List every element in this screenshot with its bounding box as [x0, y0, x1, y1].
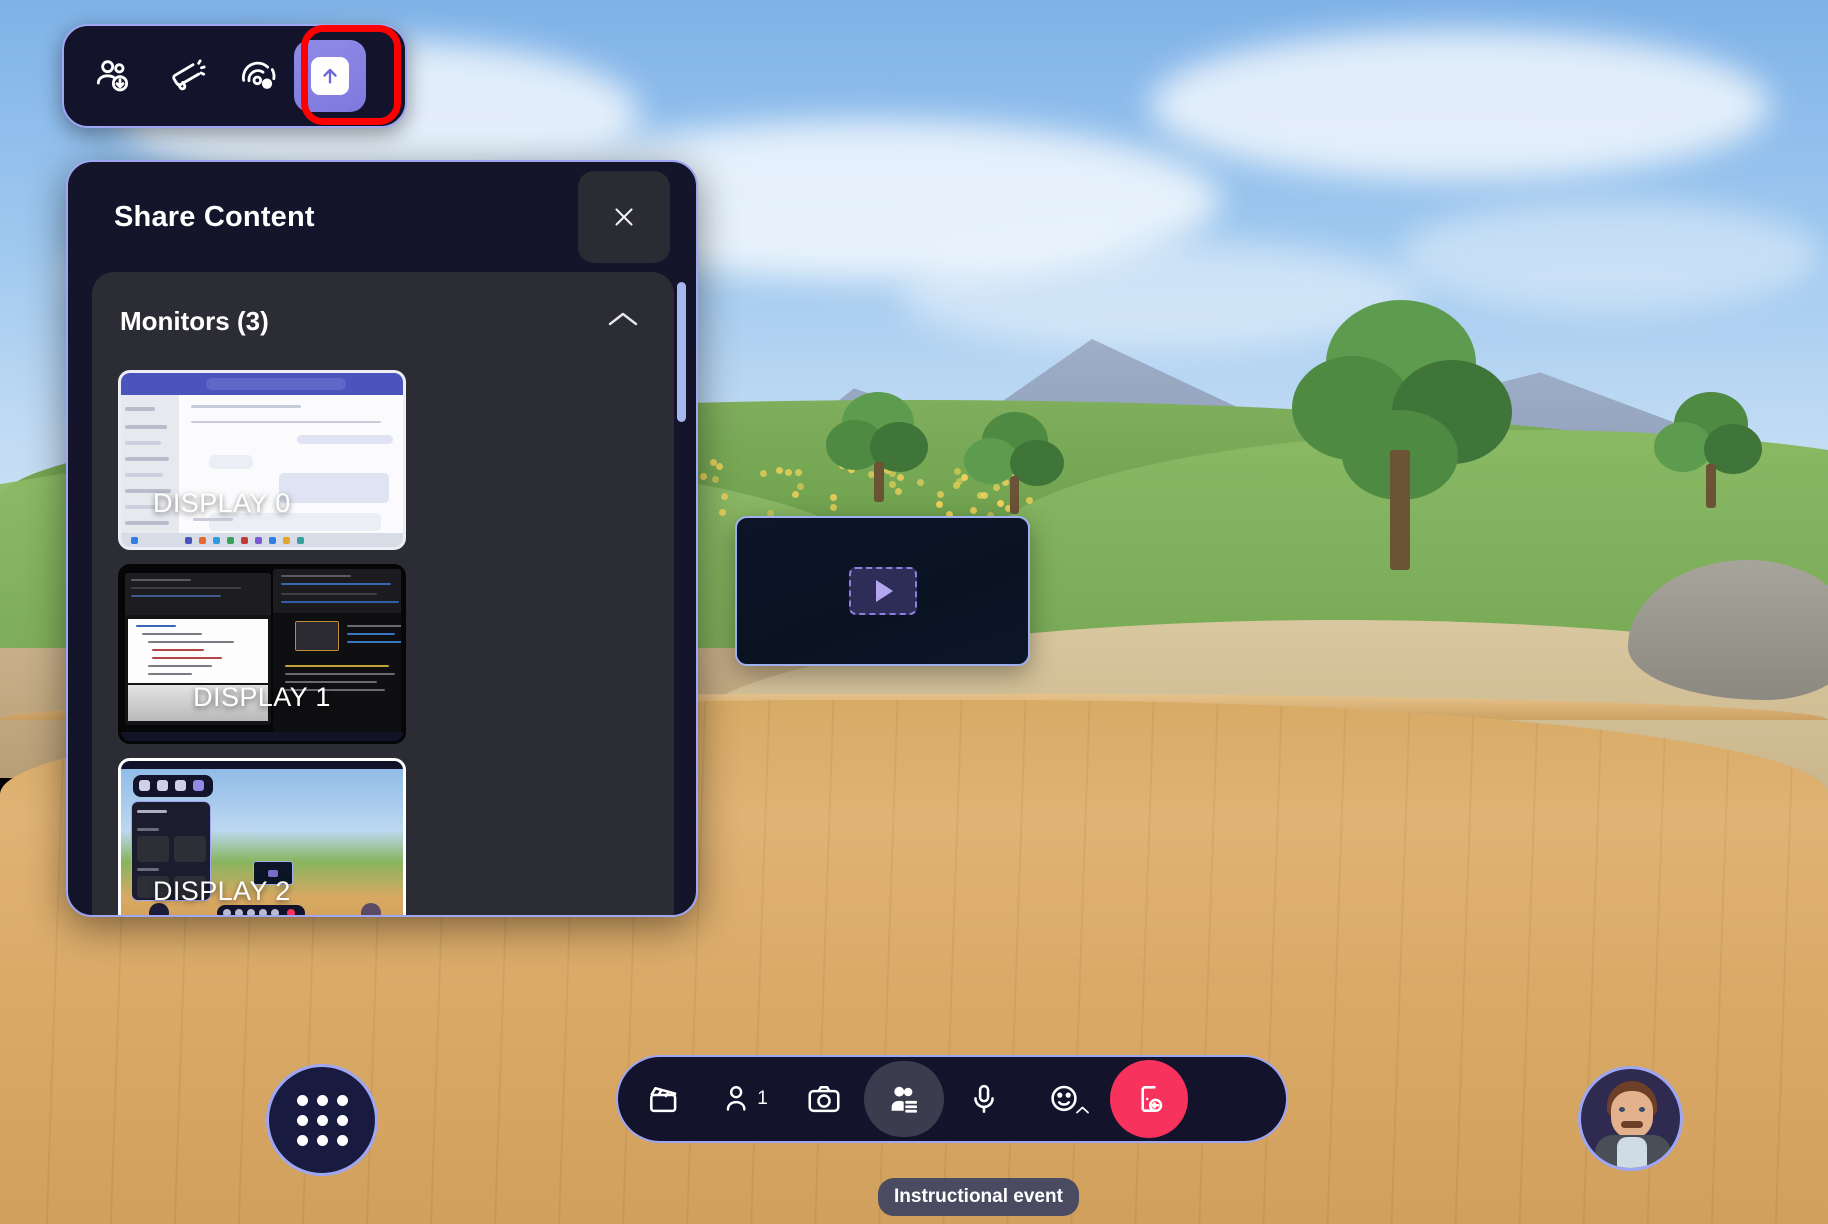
close-icon[interactable] [578, 171, 670, 263]
emoji-icon[interactable] [1024, 1061, 1104, 1137]
scrollbar-thumb[interactable] [677, 282, 686, 422]
flower [954, 467, 962, 475]
section-monitors: Monitors (3) DISPLAY 0 DISPLAY 1 DISPLAY… [92, 272, 674, 915]
tree [820, 392, 940, 512]
monitor-label: DISPLAY 2 [153, 876, 291, 906]
monitor-thumbnails: DISPLAY 0 DISPLAY 1 DISPLAY 2 [92, 370, 674, 915]
panel-scrollbar[interactable] [677, 282, 686, 901]
flower [721, 493, 729, 501]
user-avatar[interactable] [1578, 1066, 1683, 1171]
monitor-thumb-display-1[interactable]: DISPLAY 1 [118, 564, 406, 744]
section-monitors-title: Monitors (3) [120, 305, 269, 336]
camera-icon[interactable] [784, 1061, 864, 1137]
monitor-label: DISPLAY 0 [153, 488, 291, 518]
share-up-arrow-icon [311, 57, 349, 95]
top-toolbar [62, 24, 407, 128]
flower [797, 483, 805, 491]
flower [791, 490, 799, 498]
flower [700, 472, 708, 480]
share-content-panel: Share Content Monitors (3) DISPLAY 0 DIS… [66, 160, 698, 917]
section-monitors-header[interactable]: Monitors (3) [92, 272, 674, 370]
share-screen-icon[interactable] [864, 1061, 944, 1137]
tree [1650, 392, 1770, 522]
cloud [1150, 30, 1770, 180]
share-content-icon[interactable] [294, 40, 366, 112]
tree [962, 412, 1072, 522]
flower [716, 463, 724, 471]
leave-button[interactable] [1110, 1060, 1188, 1138]
app-root: Share Content Monitors (3) DISPLAY 0 DIS… [0, 0, 1828, 1224]
share-panel-header: Share Content [68, 162, 696, 272]
flower [711, 476, 719, 484]
flower [784, 469, 792, 477]
megaphone-icon[interactable] [150, 40, 222, 112]
monitor-thumb-display-2[interactable]: DISPLAY 2 [118, 758, 406, 915]
event-tooltip: Instructional event [878, 1178, 1079, 1216]
chevron-up-icon[interactable] [606, 309, 640, 334]
microphone-icon[interactable] [944, 1061, 1024, 1137]
flower [776, 466, 784, 474]
app-grid-button[interactable] [266, 1064, 378, 1176]
monitor-label: DISPLAY 1 [193, 682, 331, 712]
chevron-up-small-icon[interactable] [1075, 1102, 1090, 1120]
monitor-thumb-display-0[interactable]: DISPLAY 0 [118, 370, 406, 550]
clapperboard-icon[interactable] [624, 1061, 704, 1137]
play-icon[interactable] [848, 567, 917, 615]
scene-video-screen[interactable] [735, 516, 1030, 666]
bottom-dock: 1 [616, 1055, 1288, 1143]
participants-count: 1 [757, 1088, 768, 1109]
flower [795, 468, 803, 476]
flower [759, 470, 767, 478]
participants-icon[interactable]: 1 [704, 1061, 784, 1137]
broadcast-icon[interactable] [222, 40, 294, 112]
add-people-icon[interactable] [78, 40, 150, 112]
flower [719, 509, 727, 517]
share-scroll-area[interactable]: Monitors (3) DISPLAY 0 DISPLAY 1 DISPLAY… [92, 272, 674, 915]
grid-dots-icon [296, 1094, 348, 1146]
share-panel-body: Monitors (3) DISPLAY 0 DISPLAY 1 DISPLAY… [68, 272, 696, 915]
tree [1286, 300, 1516, 590]
share-panel-title: Share Content [114, 200, 315, 233]
